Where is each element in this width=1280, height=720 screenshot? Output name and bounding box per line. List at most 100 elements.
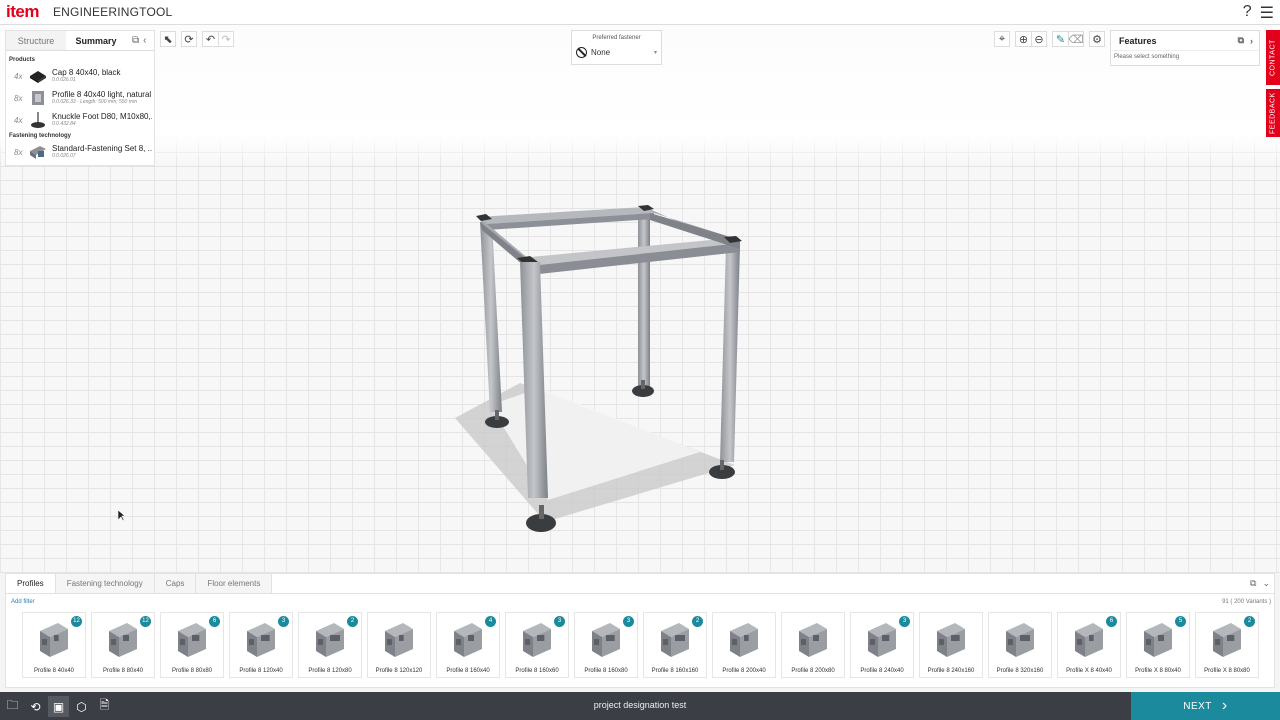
gear-icon: ⚙ — [1092, 33, 1102, 46]
cube-icon: ⬡ — [76, 699, 87, 714]
contact-tab[interactable]: CONTACT — [1266, 30, 1280, 85]
brush-icon: ✎ — [1055, 33, 1066, 46]
select-tool-button[interactable]: ⬉ — [160, 31, 176, 47]
3d-viewport[interactable] — [0, 25, 1280, 573]
chevron-right-icon[interactable]: › — [1250, 36, 1253, 46]
card-label: Profile 8 320x160 — [996, 668, 1044, 674]
popout-icon[interactable]: ⧉ — [132, 35, 139, 46]
chevron-down-icon[interactable]: ⌄ — [1262, 578, 1270, 589]
tab-caps[interactable]: Caps — [154, 574, 197, 593]
profile-thumbnail-icon — [1213, 623, 1241, 657]
catalog-card[interactable]: Profile 8 80x80 6 — [160, 612, 224, 678]
catalog-card[interactable]: Profile X 8 40x40 6 — [1057, 612, 1121, 678]
products-heading: Products — [9, 57, 36, 63]
mouse-cursor-icon — [118, 510, 126, 522]
3d-export-button[interactable]: ⬡ — [71, 696, 92, 717]
popout-icon[interactable]: ⧉ — [1250, 578, 1256, 589]
tab-summary[interactable]: Summary — [66, 31, 126, 50]
catalog-card[interactable]: Profile 8 200x80 — [781, 612, 845, 678]
contact-label: CONTACT — [1269, 39, 1277, 76]
catalog-card[interactable]: Profile 8 160x160 2 — [643, 612, 707, 678]
save-button[interactable]: ▣ — [48, 696, 69, 717]
zoom-in-button[interactable]: ⊕ — [1015, 31, 1031, 47]
catalog-card[interactable]: Profile 8 240x40 3 — [850, 612, 914, 678]
profile-thumbnail-icon — [661, 623, 689, 657]
eraser-tool-button[interactable]: ⌫ — [1068, 31, 1084, 47]
catalog-card[interactable]: Profile 8 120x40 3 — [229, 612, 293, 678]
card-label: Profile 8 240x40 — [860, 668, 904, 674]
tab-profiles[interactable]: Profiles — [6, 574, 56, 593]
undo-icon: ↶ — [205, 33, 216, 46]
list-item[interactable]: 4x Cap 8 40x40, black 0.0.026.01 — [6, 65, 154, 87]
help-icon[interactable]: ? — [1243, 3, 1252, 23]
variant-count-badge: 3 — [278, 616, 289, 627]
feedback-tab[interactable]: FEEDBACK — [1266, 89, 1280, 137]
profile-thumbnail-icon — [592, 623, 620, 657]
catalog-card[interactable]: Profile 8 40x40 12 — [22, 612, 86, 678]
refresh-icon: ⟳ — [184, 33, 194, 46]
profile-thumbnail-icon — [316, 623, 344, 657]
card-label: Profile 8 160x60 — [515, 668, 559, 674]
catalog-card[interactable]: Profile X 8 80x40 5 — [1126, 612, 1190, 678]
catalog-card[interactable]: Profile 8 160x60 3 — [505, 612, 569, 678]
profile-thumbnail-icon — [32, 91, 44, 105]
collapse-left-icon[interactable]: ‹ — [143, 35, 146, 46]
fastening-heading: Fastening technology — [9, 133, 72, 139]
zoom-out-button[interactable]: ⊖ — [1031, 31, 1047, 47]
variant-count-badge: 3 — [554, 616, 565, 627]
cap-thumbnail-icon — [30, 71, 46, 83]
list-item[interactable]: 8x Profile 8 40x40 light, natural 0.0.02… — [6, 87, 154, 109]
tab-structure[interactable]: Structure — [6, 31, 66, 50]
item-code: 0.0.026.33 · Length: 500 mm; 550 mm — [52, 99, 138, 105]
card-label: Profile 8 240x160 — [927, 668, 975, 674]
next-button[interactable]: NEXT › — [1131, 692, 1280, 720]
profile-thumbnail-icon — [730, 623, 758, 657]
history-button[interactable]: ⟲ — [25, 696, 46, 717]
pointer-icon: ⬉ — [163, 33, 173, 46]
catalog-card[interactable]: Profile X 8 80x80 2 — [1195, 612, 1259, 678]
project-designation[interactable]: project designation test — [540, 700, 740, 710]
item-logo[interactable]: item — [6, 2, 39, 22]
open-folder-button[interactable]: 🗀 — [2, 696, 23, 717]
variant-count-badge: 6 — [209, 616, 220, 627]
knuckle-foot-thumbnail-icon — [31, 112, 45, 128]
card-label: Profile X 8 40x40 — [1066, 668, 1112, 674]
zoom-in-icon: ⊕ — [1018, 33, 1029, 46]
catalog-card[interactable]: Profile 8 240x160 — [919, 612, 983, 678]
refresh-button[interactable]: ⟳ — [181, 31, 197, 47]
paint-tool-button[interactable]: ✎ — [1052, 31, 1068, 47]
catalog-card[interactable]: Profile 8 160x40 4 — [436, 612, 500, 678]
chevron-right-icon: › — [1221, 697, 1228, 714]
item-name: Profile 8 40x40 light, natural — [52, 90, 152, 99]
catalog-card[interactable]: Profile 8 120x120 — [367, 612, 431, 678]
eraser-icon: ⌫ — [1068, 33, 1084, 46]
fastener-select[interactable]: None ▾ — [576, 45, 657, 59]
profile-thumbnail-icon — [109, 623, 137, 657]
item-code: 0.0.026.07 — [52, 153, 76, 159]
frame-model[interactable] — [0, 25, 1280, 573]
crosshair-icon: ⌖ — [998, 32, 1006, 45]
settings-button[interactable]: ⚙ — [1089, 31, 1105, 47]
next-label: NEXT — [1183, 700, 1212, 712]
list-item[interactable]: 8x Standard-Fastening Set 8, ... 0.0.026… — [6, 141, 154, 163]
add-filter-link[interactable]: Add filter — [11, 599, 35, 605]
footer-bar: 🗀 ⟲ ▣ ⬡ 🗎 project designation test NEXT … — [0, 692, 1280, 720]
center-view-button[interactable]: ⌖ — [994, 31, 1010, 47]
tab-floor-elements[interactable]: Floor elements — [196, 574, 273, 593]
pdf-button[interactable]: 🗎 — [94, 696, 115, 717]
popout-icon[interactable]: ⧉ — [1238, 35, 1244, 46]
catalog-card[interactable]: Profile 8 160x80 3 — [574, 612, 638, 678]
catalog-card[interactable]: Profile 8 200x40 — [712, 612, 776, 678]
top-bar: item ENGINEERINGTOOL ? ☰ — [0, 0, 1280, 25]
summary-panel: Structure Summary ⧉ ‹ Products 4x Cap 8 … — [5, 30, 155, 166]
undo-button[interactable]: ↶ — [202, 31, 218, 47]
profile-thumbnail-icon — [385, 623, 413, 657]
menu-icon[interactable]: ☰ — [1260, 3, 1274, 23]
catalog-card[interactable]: Profile 8 80x40 12 — [91, 612, 155, 678]
list-item[interactable]: 4x Knuckle Foot D80, M10x80,... 0.0.432.… — [6, 109, 154, 131]
catalog-card[interactable]: Profile 8 320x160 — [988, 612, 1052, 678]
tab-fastening-technology[interactable]: Fastening technology — [55, 574, 155, 593]
catalog-card[interactable]: Profile 8 120x80 2 — [298, 612, 362, 678]
redo-button[interactable]: ↷ — [218, 31, 234, 47]
card-label: Profile X 8 80x40 — [1135, 668, 1181, 674]
